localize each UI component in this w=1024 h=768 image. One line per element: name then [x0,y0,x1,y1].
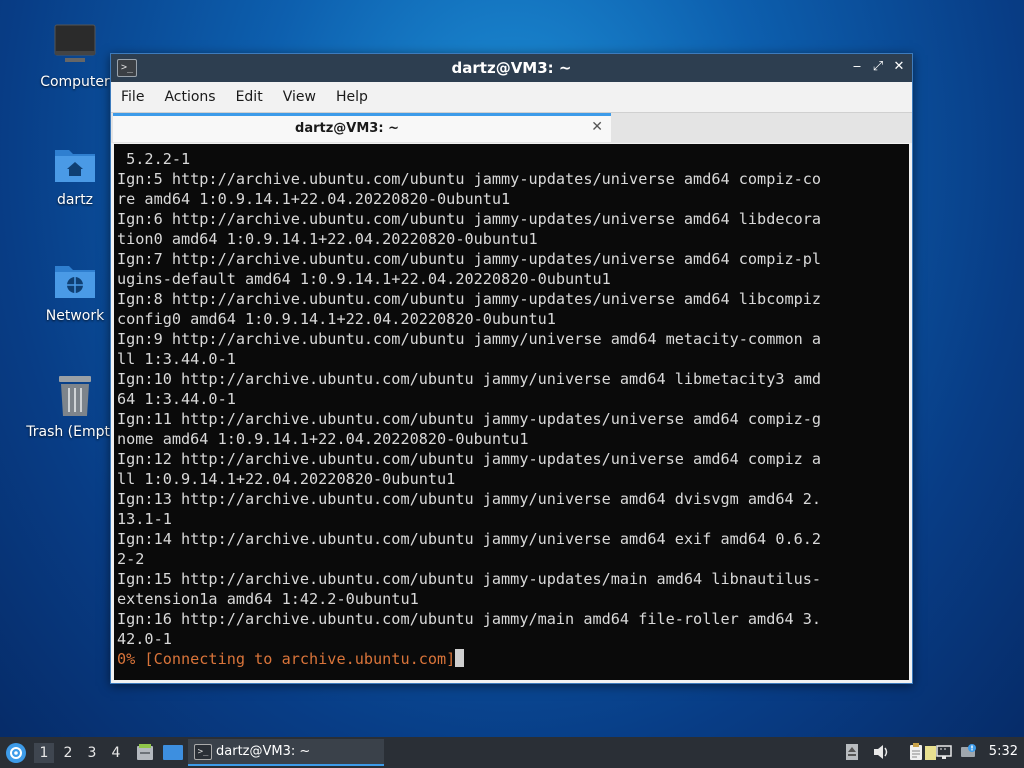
terminal-line: config0 amd64 1:0.9.14.1+22.04.20220820-… [117,310,556,328]
terminal-line: Ign:6 http://archive.ubuntu.com/ubuntu j… [117,210,822,228]
menu-edit[interactable]: Edit [226,82,273,112]
network-folder-icon [51,256,99,304]
network-icon[interactable] [935,743,953,761]
menu-actions[interactable]: Actions [154,82,225,112]
maximize-button[interactable]: ⤢ [869,58,887,76]
menu-help[interactable]: Help [326,82,378,112]
terminal-line: 5.2.2-1 [126,150,191,168]
tab-bar: dartz@VM3: ~ ✕ [111,112,912,143]
taskbar: 1 2 3 4 >_ dartz@VM3: ~ 5:32 [0,737,1024,768]
show-desktop-icon[interactable] [162,743,184,763]
terminal-line: 64 1:3.44.0-1 [117,390,236,408]
terminal-line: Ign:10 http://archive.ubuntu.com/ubuntu … [117,370,822,388]
terminal-cursor [455,649,465,667]
terminal-line: Ign:7 http://archive.ubuntu.com/ubuntu j… [117,250,822,268]
volume-icon[interactable] [872,743,890,761]
minimize-button[interactable]: ‒ [848,58,866,76]
menu-file[interactable]: File [111,82,154,112]
terminal-line: ugins-default amd64 1:0.9.14.1+22.04.202… [117,270,611,288]
window-titlebar[interactable]: >_ dartz@VM3: ~ ‒ ⤢ ✕ [111,54,912,82]
terminal-status-line: 0% [Connecting to archive.ubuntu.com] [117,650,456,668]
terminal-line: Ign:9 http://archive.ubuntu.com/ubuntu j… [117,330,822,348]
terminal-line: 42.0-1 [117,630,172,648]
terminal-output[interactable]: 5.2.2-1 Ign:5 http://archive.ubuntu.com/… [114,144,909,680]
terminal-line: Ign:12 http://archive.ubuntu.com/ubuntu … [117,450,822,468]
terminal-line: tion0 amd64 1:0.9.14.1+22.04.20220820-0u… [117,230,538,248]
workspace-4[interactable]: 4 [106,743,126,763]
terminal-line: nome amd64 1:0.9.14.1+22.04.20220820-0ub… [117,430,529,448]
clock[interactable]: 5:32 [989,744,1018,759]
tab-close-icon[interactable]: ✕ [591,119,603,135]
terminal-line: 2-2 [117,550,145,568]
terminal-line: ll 1:0.9.14.1+22.04.20220820-0ubuntu1 [117,470,456,488]
tab-label: dartz@VM3: ~ [295,121,399,136]
menu-bar: File Actions Edit View Help [111,82,912,112]
terminal-icon: >_ [194,744,212,760]
workspace-2[interactable]: 2 [58,743,78,763]
menu-view[interactable]: View [273,82,326,112]
terminal-line: re amd64 1:0.9.14.1+22.04.20220820-0ubun… [117,190,511,208]
trash-icon [51,372,99,420]
home-folder-icon [51,140,99,188]
terminal-tab[interactable]: dartz@VM3: ~ ✕ [113,113,611,142]
terminal-line: Ign:16 http://archive.ubuntu.com/ubuntu … [117,610,822,628]
terminal-text: 5.2.2-1 Ign:5 http://archive.ubuntu.com/… [114,144,909,669]
terminal-line: extension1a amd64 1:42.2-0ubuntu1 [117,590,419,608]
terminal-line: Ign:14 http://archive.ubuntu.com/ubuntu … [117,530,822,548]
window-title: dartz@VM3: ~ [451,59,572,77]
app-menu-icon[interactable] [5,742,27,764]
taskbar-terminal-button[interactable]: >_ dartz@VM3: ~ [188,739,384,766]
computer-icon [51,22,99,70]
terminal-line: ll 1:3.44.0-1 [117,350,236,368]
terminal-window[interactable]: >_ dartz@VM3: ~ ‒ ⤢ ✕ File Actions Edit Vie… [110,53,913,684]
terminal-line: 13.1-1 [117,510,172,528]
terminal-line: Ign:11 http://archive.ubuntu.com/ubuntu … [117,410,822,428]
eject-icon[interactable] [843,743,861,761]
workspace-3[interactable]: 3 [82,743,102,763]
file-manager-launcher-icon[interactable] [135,743,155,763]
terminal-line: Ign:15 http://archive.ubuntu.com/ubuntu … [117,570,822,588]
taskbar-task-label: dartz@VM3: ~ [216,744,311,759]
terminal-line: Ign:8 http://archive.ubuntu.com/ubuntu j… [117,290,822,308]
updates-icon[interactable] [960,743,978,761]
close-button[interactable]: ✕ [890,58,908,76]
workspace-1[interactable]: 1 [34,743,54,763]
terminal-line: Ign:5 http://archive.ubuntu.com/ubuntu j… [117,170,822,188]
terminal-line: Ign:13 http://archive.ubuntu.com/ubuntu … [117,490,822,508]
terminal-lines: 5.2.2-1 Ign:5 http://archive.ubuntu.com/… [117,150,821,648]
